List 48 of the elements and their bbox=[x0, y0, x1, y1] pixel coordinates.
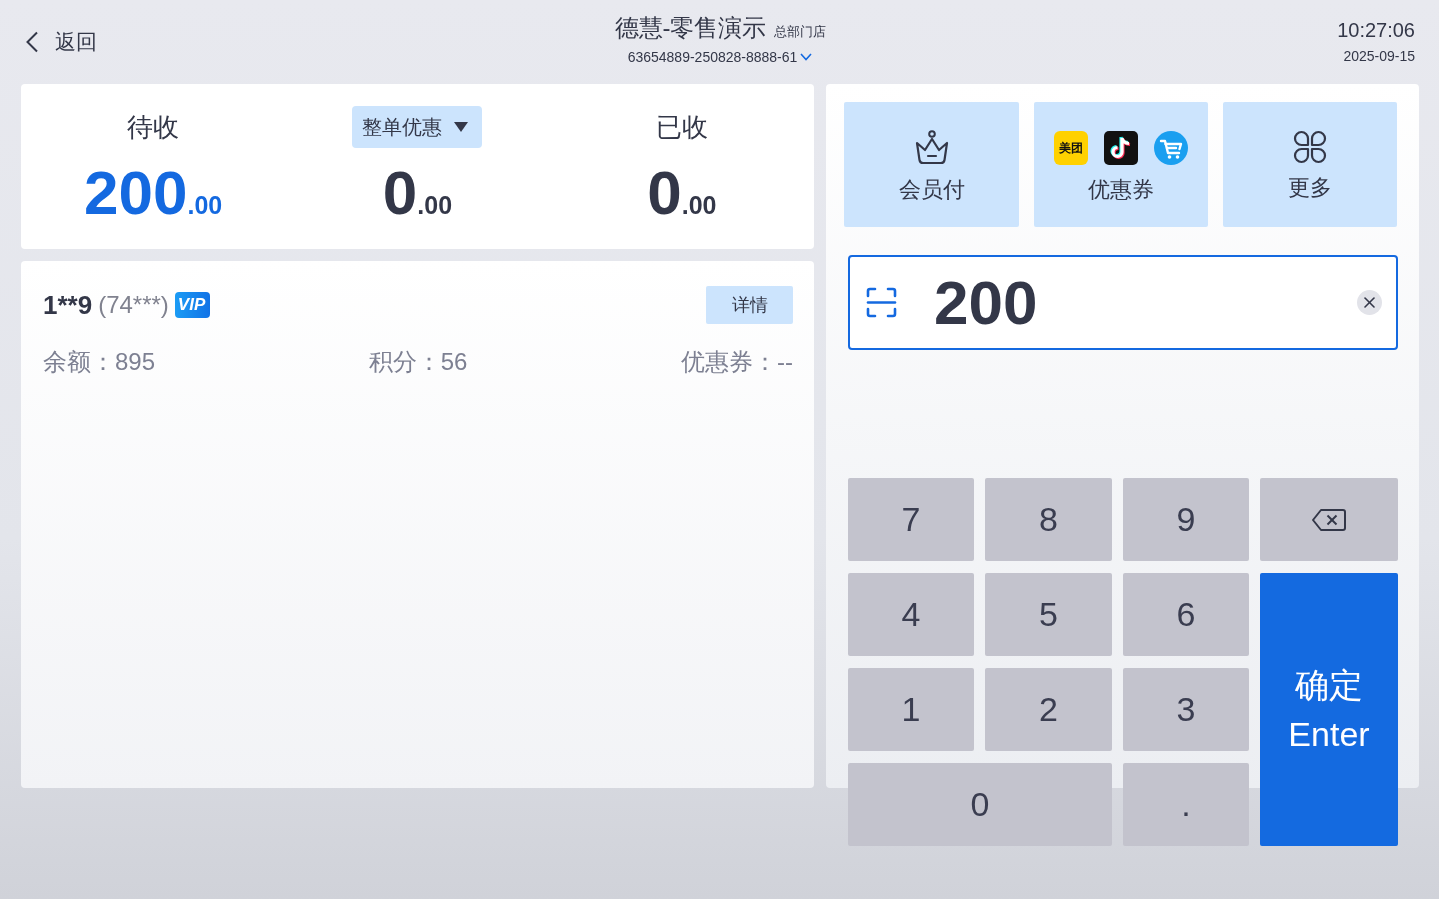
keypad-key[interactable]: 8 bbox=[985, 478, 1112, 561]
keypad-key[interactable]: . bbox=[1123, 763, 1249, 846]
store-name: 总部门店 bbox=[773, 23, 826, 41]
member-pay-button[interactable]: 会员付 bbox=[844, 102, 1019, 227]
brand-logo: 美团 bbox=[1054, 131, 1088, 165]
amount-input[interactable]: 200 bbox=[848, 255, 1398, 350]
store-title: 德慧-零售演示 bbox=[614, 13, 767, 43]
keypad-key[interactable]: 9 bbox=[1123, 478, 1249, 561]
member-stat: 余额：895 bbox=[43, 348, 156, 376]
amount-label: 已收 bbox=[655, 111, 708, 144]
member-phone: (74***) bbox=[98, 291, 169, 319]
chevron-down-icon bbox=[800, 53, 813, 61]
back-button[interactable]: 返回 bbox=[21, 29, 97, 55]
clock-date: 2025-09-15 bbox=[1342, 47, 1415, 65]
music-note-icon bbox=[1104, 131, 1138, 165]
backspace-icon bbox=[1311, 507, 1347, 532]
scan-icon bbox=[866, 287, 897, 318]
amount-value: 200.00 bbox=[84, 159, 223, 229]
vip-badge: VIP bbox=[174, 292, 211, 318]
amount-value: 0.00 bbox=[382, 159, 453, 229]
crown-icon bbox=[913, 130, 950, 166]
grid-icon bbox=[1293, 130, 1327, 164]
chevron-left-icon bbox=[25, 31, 39, 53]
close-icon bbox=[1357, 290, 1382, 315]
keypad-key[interactable]: 3 bbox=[1123, 668, 1249, 751]
order-number: 63654889-250828-8888-61 bbox=[627, 48, 798, 67]
details-button[interactable]: 详情 bbox=[706, 286, 793, 324]
keypad-key[interactable]: 4 bbox=[848, 573, 974, 656]
backspace-key[interactable] bbox=[1260, 478, 1398, 561]
coupon-button[interactable]: 美团 优惠券 bbox=[1034, 102, 1208, 227]
caret-icon bbox=[454, 122, 469, 132]
member-name: 1**9 bbox=[43, 289, 93, 321]
member-stat: 优惠券：-- bbox=[681, 348, 793, 376]
keypad-key[interactable]: 2 bbox=[985, 668, 1112, 751]
amount-value: 0.00 bbox=[647, 159, 717, 229]
keypad-key[interactable]: 1 bbox=[848, 668, 974, 751]
clear-button[interactable] bbox=[1357, 290, 1382, 315]
keypad-key[interactable]: 6 bbox=[1123, 573, 1249, 656]
amount-label: 待收 bbox=[127, 111, 180, 144]
clock-time: 10:27:06 bbox=[1337, 18, 1415, 43]
keypad-key[interactable]: 5 bbox=[985, 573, 1112, 656]
member-stat: 积分：56 bbox=[368, 348, 468, 376]
cart-icon bbox=[1154, 131, 1188, 165]
discount-dropdown[interactable]: 整单优惠 bbox=[352, 106, 483, 148]
enter-key[interactable]: 确定 Enter bbox=[1260, 573, 1398, 846]
more-button[interactable]: 更多 bbox=[1223, 102, 1397, 227]
keypad-key[interactable]: 0 bbox=[848, 763, 1112, 846]
keypad-key[interactable]: 7 bbox=[848, 478, 974, 561]
